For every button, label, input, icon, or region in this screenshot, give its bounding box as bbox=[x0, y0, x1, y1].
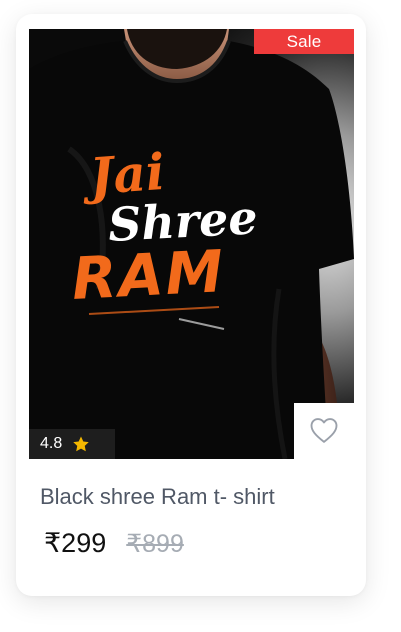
print-ram: RAM bbox=[70, 237, 227, 313]
current-price: ₹299 bbox=[44, 528, 107, 558]
price-row: ₹299 ₹899 bbox=[44, 528, 184, 559]
heart-outline-icon bbox=[309, 416, 339, 449]
tshirt-illustration: Jai Shree RAM bbox=[29, 29, 354, 459]
wishlist-button[interactable] bbox=[294, 403, 354, 461]
rating-value: 4.8 bbox=[40, 435, 63, 452]
product-image[interactable]: Jai Shree RAM Sale 4.8 bbox=[29, 29, 354, 459]
sale-badge: Sale bbox=[254, 29, 354, 54]
original-price: ₹899 bbox=[126, 530, 184, 558]
product-title[interactable]: Black shree Ram t- shirt bbox=[40, 484, 275, 510]
product-card[interactable]: Jai Shree RAM Sale 4.8 Black shree Ram t… bbox=[16, 14, 366, 596]
rating-badge: 4.8 bbox=[29, 429, 115, 459]
star-icon bbox=[72, 435, 90, 453]
